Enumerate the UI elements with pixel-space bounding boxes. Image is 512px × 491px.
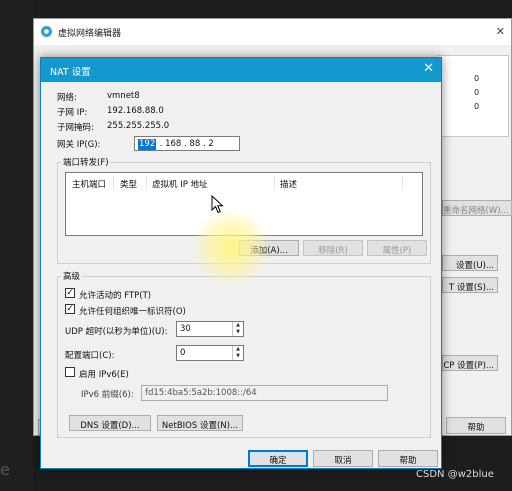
ok-button[interactable]: 确定 — [248, 450, 308, 467]
gateway-ip-label: 网关 IP(G): — [57, 140, 101, 150]
watermark: CSDN @w2blue — [416, 469, 494, 480]
udp-timeout-label: UDP 超时(以秒为单位)(U): — [65, 327, 168, 337]
column-header-description[interactable]: 描述 — [280, 178, 297, 190]
chevron-up-icon[interactable]: ▲ — [233, 322, 243, 329]
subnet-mask-label: 子网掩码: — [57, 123, 94, 133]
cursor-highlight — [193, 209, 269, 285]
network-label: 网络: — [57, 93, 77, 103]
network-editor-icon — [41, 26, 52, 37]
enable-ipv6-label[interactable]: 启用 IPv6(E) — [79, 368, 129, 380]
dhcp-settings-button[interactable]: 设置(U)... — [442, 255, 498, 271]
allow-active-ftp-label[interactable]: 允许活动的 FTP(T) — [79, 289, 151, 301]
ipv6-prefix-label: IPv6 前缀(6): — [81, 390, 134, 400]
mouse-pointer-icon — [211, 195, 224, 214]
help-button[interactable]: 帮助 — [446, 417, 506, 434]
allow-any-oui-checkbox[interactable]: ✓ — [65, 304, 75, 314]
stepper-arrows[interactable]: ▲ ▼ — [232, 322, 243, 336]
nat-settings-dialog: NAT 设置 ✕ 网络: vmnet8 子网 IP: 192.168.88.0 … — [40, 57, 442, 469]
properties-button[interactable]: 属性(P) — [367, 240, 427, 256]
chevron-up-icon[interactable]: ▲ — [233, 346, 243, 353]
rename-network-button[interactable]: 重命名网络(W)... — [442, 200, 512, 216]
column-divider — [402, 176, 403, 190]
help-button[interactable]: 帮助 — [378, 450, 438, 467]
column-header-host-port[interactable]: 主机端口 — [72, 178, 106, 190]
gateway-ip-selected-octet: 192 — [138, 139, 157, 150]
window-titlebar: 虚拟网络编辑器 ✕ — [34, 19, 511, 45]
udp-timeout-stepper[interactable]: 30 ▲ ▼ — [176, 321, 244, 337]
ipv6-prefix-input[interactable]: fd15:4ba5:5a2b:1008::/64 — [141, 385, 388, 401]
network-value: vmnet8 — [107, 91, 140, 101]
ipv6-prefix-value: fd15:4ba5:5a2b:1008::/64 — [145, 388, 257, 398]
column-header-type[interactable]: 类型 — [120, 178, 137, 190]
nat-settings-button[interactable]: T 设置(S)... — [442, 277, 498, 293]
cancel-button[interactable]: 取消 — [313, 450, 373, 467]
remove-button[interactable]: 移除(R) — [303, 240, 363, 256]
chevron-down-icon[interactable]: ▼ — [233, 329, 243, 336]
port-forwarding-title: 端口转发(F) — [61, 156, 111, 168]
subnet-ip-label: 子网 IP: — [57, 108, 88, 118]
udp-timeout-value: 30 — [180, 324, 191, 334]
enable-ipv6-checkbox[interactable] — [65, 367, 75, 377]
column-divider — [274, 176, 275, 190]
gateway-ip-remaining-octets: . 168 . 88 . 2 — [157, 139, 214, 149]
table-cell: 0 — [474, 74, 480, 83]
chevron-down-icon[interactable]: ▼ — [233, 353, 243, 360]
allow-active-ftp-checkbox[interactable]: ✓ — [65, 288, 75, 298]
column-header-vm-ip[interactable]: 虚拟机 IP 地址 — [152, 178, 208, 190]
desktop-background — [0, 0, 33, 491]
table-cell: 0 — [474, 102, 480, 111]
window-title: 虚拟网络编辑器 — [58, 29, 122, 39]
column-divider — [146, 176, 147, 190]
dialog-title: NAT 设置 — [50, 67, 91, 78]
dhcp-settings-lower-button[interactable]: CP 设置(P)... — [442, 355, 498, 371]
dialog-titlebar: NAT 设置 ✕ — [41, 58, 441, 82]
gateway-ip-input[interactable]: 192 . 168 . 88 . 2 — [134, 136, 240, 151]
column-divider — [113, 176, 114, 190]
subnet-mask-value: 255.255.255.0 — [107, 121, 170, 131]
subnet-ip-value: 192.168.88.0 — [107, 106, 164, 116]
advanced-title: 高级 — [61, 270, 83, 282]
close-icon[interactable]: ✕ — [496, 25, 505, 38]
background-glyph: e — [0, 460, 10, 479]
table-cell: 0 — [474, 88, 480, 97]
network-table-fragment: 0 0 0 — [437, 55, 509, 137]
close-icon[interactable]: ✕ — [423, 61, 434, 76]
stepper-arrows[interactable]: ▲ ▼ — [232, 346, 243, 360]
config-port-label: 配置端口(C): — [65, 351, 115, 361]
config-port-stepper[interactable]: 0 ▲ ▼ — [176, 345, 244, 361]
allow-any-oui-label[interactable]: 允许任何组织唯一标识符(O) — [79, 305, 186, 317]
netbios-settings-button[interactable]: NetBIOS 设置(N)... — [157, 415, 243, 431]
config-port-value: 0 — [180, 348, 186, 358]
dns-settings-button[interactable]: DNS 设置(D)... — [69, 415, 151, 431]
